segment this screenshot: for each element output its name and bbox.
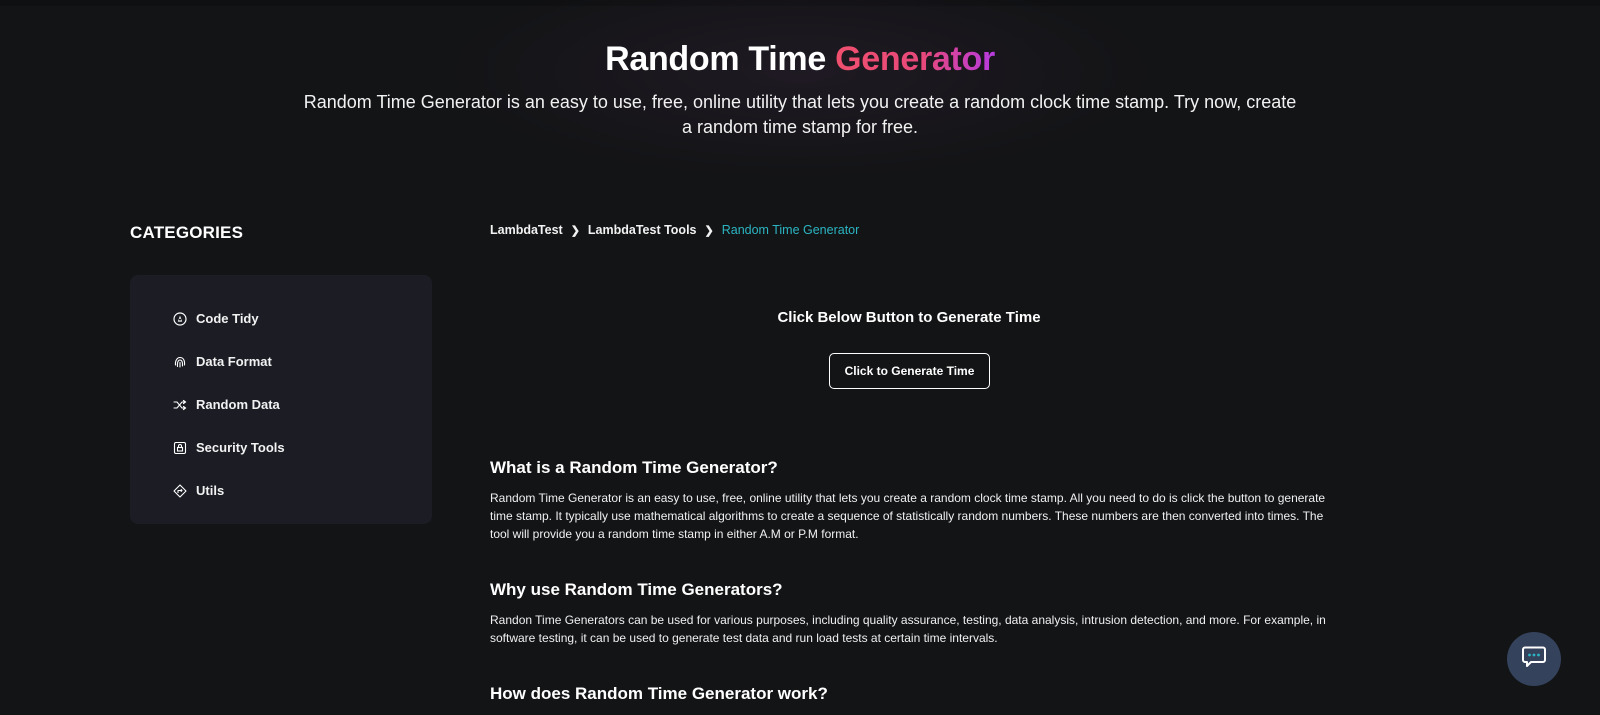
chat-button[interactable] (1507, 632, 1561, 686)
chevron-right-icon: ❯ (704, 224, 714, 237)
breadcrumb-lambdatest[interactable]: LambdaTest (490, 223, 563, 237)
breadcrumb: LambdaTest ❯ LambdaTest Tools ❯ Random T… (490, 223, 859, 237)
sidebar-title: CATEGORIES (130, 223, 244, 242)
page-title-main: Random Time (605, 40, 826, 78)
section-heading: What is a Random Time Generator? (490, 458, 778, 477)
breadcrumb-lambdatest-tools[interactable]: LambdaTest Tools (588, 223, 697, 237)
article-content: What is a Random Time Generator? Random … (490, 457, 1330, 715)
sidebar-item-label: Utils (196, 483, 225, 498)
chevron-right-icon: ❯ (570, 224, 580, 237)
section-heading: Why use Random Time Generators? (490, 580, 783, 599)
page-subtitle: Random Time Generator is an easy to use,… (303, 92, 1297, 137)
chat-icon (1521, 645, 1547, 674)
fingerprint-icon (172, 354, 188, 370)
page-title-accent: Generator (835, 40, 995, 78)
breadcrumb-current: Random Time Generator (721, 223, 860, 237)
sidebar-item-label: Security Tools (196, 440, 285, 455)
sidebar-item-security-tools[interactable]: Security Tools (130, 426, 432, 469)
sidebar-item-code-tidy[interactable]: Code Tidy (130, 297, 432, 340)
section-body: Randon Time Generators can be used for v… (490, 613, 1326, 645)
categories-list: Code Tidy Data Format Random Data Securi… (130, 275, 432, 524)
section-why-use: Why use Random Time Generators? Randon T… (490, 579, 1330, 647)
hero: Random Time Generator Random Time Genera… (0, 36, 1600, 140)
page-title: Random Time Generator (0, 36, 1600, 82)
generator-heading: Click Below Button to Generate Time (777, 309, 1041, 326)
diamond-direction-icon (172, 483, 188, 499)
section-what-is: What is a Random Time Generator? Random … (490, 457, 1330, 543)
code-tidy-icon (172, 311, 188, 327)
sidebar-item-label: Code Tidy (196, 311, 259, 326)
shuffle-icon (172, 397, 188, 413)
lock-icon (172, 440, 188, 456)
sidebar-item-label: Data Format (196, 354, 272, 369)
sidebar-item-random-data[interactable]: Random Data (130, 383, 432, 426)
sidebar-item-data-format[interactable]: Data Format (130, 340, 432, 383)
sidebar-item-utils[interactable]: Utils (130, 469, 432, 512)
generate-time-button[interactable]: Click to Generate Time (829, 353, 990, 389)
sidebar-item-label: Random Data (196, 397, 280, 412)
section-body: Random Time Generator is an easy to use,… (490, 491, 1326, 541)
